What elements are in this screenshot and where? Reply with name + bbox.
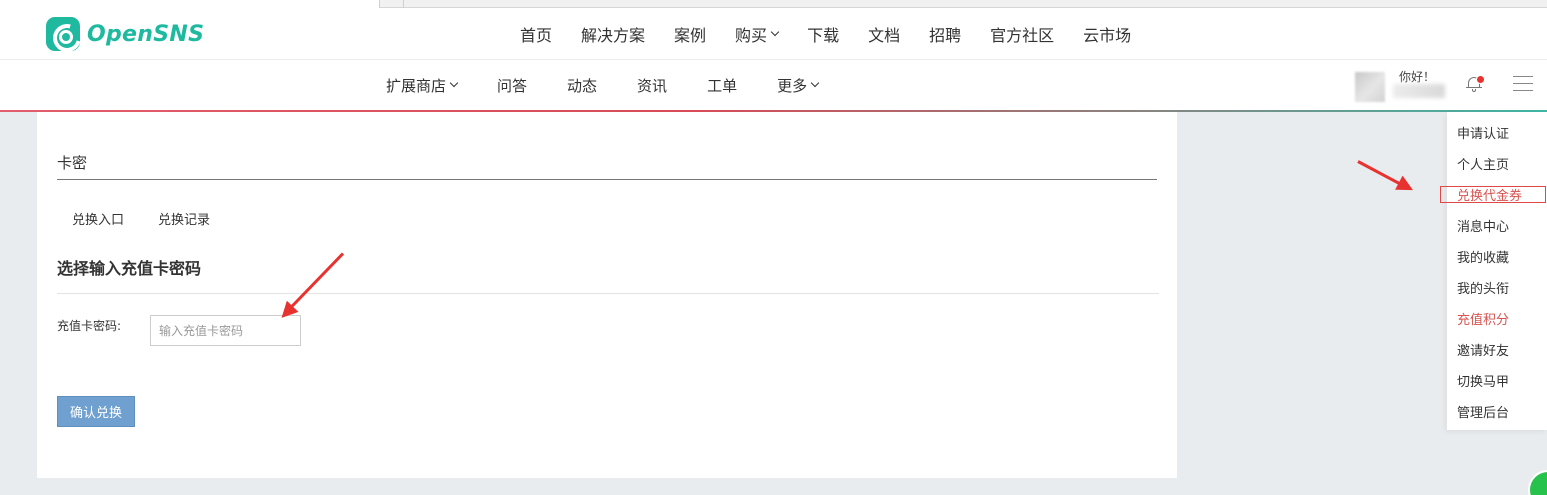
main-nav-item-buy[interactable]: 购买 [735,22,780,46]
tab-redeem-history[interactable]: 兑换记录 [158,209,210,228]
main-nav-label: 云市场 [1083,26,1132,45]
main-nav-item-jobs[interactable]: 招聘 [929,22,961,46]
user-dropdown-menu: 申请认证 个人主页 兑换代金券 消息中心 我的收藏 我的头衔 充值积分 邀请好友… [1447,112,1547,430]
redeem-tabs: 兑换入口 兑换记录 [72,209,244,228]
menu-item-favorites[interactable]: 我的收藏 [1457,247,1509,266]
user-menu-trigger[interactable]: 你好！ [1355,66,1445,106]
sub-nav-label: 动态 [567,76,598,95]
avatar [1355,72,1385,102]
menu-item-recharge-points[interactable]: 充值积分 [1457,309,1509,328]
chevron-down-icon [770,27,780,37]
confirm-redeem-button[interactable]: 确认兑换 [57,396,135,427]
main-nav-label: 官方社区 [990,26,1055,45]
main-nav-item-cloud-market[interactable]: 云市场 [1083,22,1131,46]
chevron-down-icon [810,78,820,88]
sub-nav-label: 问答 [497,76,528,95]
sub-nav-label: 资讯 [637,76,668,95]
main-nav-label: 首页 [520,26,553,45]
main-nav-item-download[interactable]: 下载 [807,22,839,46]
main-nav-label: 案例 [674,26,707,45]
floating-badge[interactable] [1528,470,1547,495]
card-password-label: 充值卡密码: [57,319,122,333]
bell-icon[interactable] [1466,74,1485,94]
page-title: 卡密 [57,154,88,172]
redeem-card-panel: 卡密 兑换入口 兑换记录 选择输入充值卡密码 充值卡密码: 确认兑换 [37,112,1177,478]
sub-nav-item-news[interactable]: 资讯 [637,75,667,96]
main-nav-label: 文档 [868,26,901,45]
annotation-highlight-box [1440,186,1546,203]
sub-nav-label: 工单 [707,76,738,95]
main-nav-item-home[interactable]: 首页 [520,22,552,46]
menu-item-titles[interactable]: 我的头衔 [1457,278,1509,297]
main-nav-label: 下载 [807,26,840,45]
menu-item-admin-backend[interactable]: 管理后台 [1457,402,1509,421]
browser-new-tab[interactable] [380,0,404,8]
browser-tab[interactable] [0,0,380,8]
main-nav-label: 招聘 [929,26,962,45]
chevron-down-icon [449,78,459,88]
main-nav-item-cases[interactable]: 案例 [674,22,706,46]
title-divider [57,179,1157,180]
menu-item-invite-friends[interactable]: 邀请好友 [1457,340,1509,359]
tab-redeem-entry[interactable]: 兑换入口 [72,209,124,228]
browser-tab-strip [0,0,1547,8]
menu-item-apply-verification[interactable]: 申请认证 [1457,123,1509,142]
sub-nav-item-feed[interactable]: 动态 [567,75,597,96]
main-nav-item-community[interactable]: 官方社区 [990,22,1054,46]
site-logo[interactable]: OpenSNS [46,17,205,51]
user-greeting: 你好！ [1399,70,1436,84]
section-title: 选择输入充值卡密码 [57,259,202,278]
menu-item-profile[interactable]: 个人主页 [1457,154,1509,173]
main-nav-label: 解决方案 [581,26,646,45]
blurred-username [1393,84,1445,98]
annotation-arrow-right [1357,160,1403,187]
notification-dot [1476,75,1485,84]
sub-nav-label: 扩展商店 [386,76,447,95]
sub-nav-item-qa[interactable]: 问答 [497,75,527,96]
section-divider [57,293,1159,294]
sub-nav-item-extension-store[interactable]: 扩展商店 [386,75,459,96]
sub-nav-label: 更多 [777,76,808,95]
sub-nav-item-tickets[interactable]: 工单 [707,75,737,96]
menu-item-switch-account[interactable]: 切换马甲 [1457,371,1509,390]
main-nav: 首页 解决方案 案例 购买 下载 文档 招聘 官方社区 云市场 [520,16,1160,52]
sub-nav: 扩展商店 问答 动态 资讯 工单 更多 [386,60,858,110]
opensns-logo-icon [46,17,80,51]
menu-list-icon[interactable] [1513,76,1533,92]
card-password-input[interactable] [150,315,301,346]
main-nav-label: 购买 [735,26,768,45]
secondary-header: 扩展商店 问答 动态 资讯 工单 更多 [0,60,1547,112]
logo-text: OpenSNS [87,21,205,47]
main-nav-item-docs[interactable]: 文档 [868,22,900,46]
menu-item-message-center[interactable]: 消息中心 [1457,216,1509,235]
sub-nav-item-more[interactable]: 更多 [777,75,820,96]
main-nav-item-solutions[interactable]: 解决方案 [581,22,645,46]
top-header: OpenSNS 首页 解决方案 案例 购买 下载 文档 招聘 官方社区 云市场 [0,8,1547,60]
